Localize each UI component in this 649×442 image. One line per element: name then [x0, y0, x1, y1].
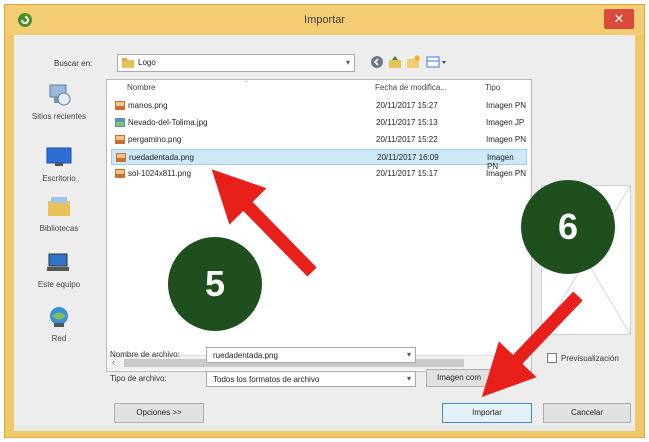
options-button[interactable]: Opciones >> — [114, 403, 204, 423]
title-bar: Importar ✕ — [5, 5, 644, 35]
image-file-icon — [115, 135, 125, 144]
column-header-name[interactable]: Nombre — [127, 83, 155, 92]
filename-value: ruedadentada.png — [213, 351, 278, 360]
sort-indicator-icon: ˆ — [245, 80, 248, 89]
desktop-icon — [46, 147, 72, 166]
new-folder-icon[interactable] — [406, 55, 420, 69]
file-row[interactable]: sol-1024x811.png 20/11/2017 15:17 Imagen… — [111, 166, 527, 182]
bottom-strip — [14, 425, 635, 431]
up-folder-icon[interactable] — [388, 55, 402, 69]
file-row-selected[interactable]: ruedadentada.png 20/11/2017 16:09 Imagen… — [111, 149, 527, 171]
column-header-date[interactable]: Fecha de modifica... — [375, 83, 447, 92]
file-type: Imagen JP — [486, 118, 525, 127]
file-date: 20/11/2017 15:13 — [376, 118, 438, 127]
file-type: Imagen PN — [486, 101, 527, 110]
cancel-button[interactable]: Cancelar — [543, 403, 631, 423]
window-title: Importar — [304, 14, 345, 26]
lookin-label: Buscar en: — [54, 59, 93, 68]
place-recent[interactable]: Sitios recientes — [20, 83, 98, 121]
image-comp-button[interactable]: Imagen com — [426, 369, 492, 387]
file-date: 20/11/2017 15:27 — [376, 101, 438, 110]
image-file-icon — [115, 169, 125, 178]
file-list[interactable]: Nombre Fecha de modifica... Tipo ˆ manos… — [106, 79, 532, 372]
filename-label: Nombre de archivo: — [110, 350, 180, 359]
file-type: Imagen PN — [486, 135, 527, 144]
network-icon — [50, 307, 68, 327]
place-libraries[interactable]: Bibliotecas — [20, 195, 98, 233]
file-name: manos.png — [128, 101, 168, 110]
file-date: 20/11/2017 15:17 — [376, 169, 438, 178]
image-file-icon — [115, 101, 125, 110]
places-bar: Sitios recientes Escritorio Bibliotecas … — [20, 83, 98, 393]
file-name: Nevado-del-Tolima.jpg — [128, 118, 208, 127]
file-name: sol-1024x811.png — [128, 169, 192, 178]
place-desktop[interactable]: Escritorio — [20, 145, 98, 183]
preview-checkbox[interactable] — [547, 353, 557, 363]
close-button[interactable]: ✕ — [604, 9, 634, 29]
import-button[interactable]: Importar — [442, 403, 532, 423]
file-date: 20/11/2017 15:22 — [376, 135, 438, 144]
chevron-down-icon[interactable]: ▾ — [407, 350, 411, 359]
image-file-icon — [116, 153, 126, 162]
chevron-down-icon[interactable]: ▾ — [407, 374, 411, 383]
scroll-right-icon[interactable]: › — [521, 357, 524, 367]
recent-places-icon — [49, 84, 71, 106]
place-label: Bibliotecas — [39, 224, 79, 233]
file-row[interactable]: Nevado-del-Tolima.jpg 20/11/2017 15:13 I… — [111, 115, 527, 131]
step-6-badge: 6 — [521, 180, 615, 274]
place-label: Red — [51, 334, 67, 343]
place-network[interactable]: Red — [20, 305, 98, 343]
file-row[interactable]: manos.png 20/11/2017 15:27 Imagen PN — [111, 98, 527, 114]
filename-input[interactable]: ruedadentada.png ▾ — [206, 347, 416, 363]
chevron-down-icon: ▾ — [345, 58, 350, 67]
lookin-value: Logo — [138, 58, 156, 67]
libraries-icon — [48, 197, 70, 216]
filetype-label: Tipo de archivo: — [110, 374, 167, 383]
place-label: Este equipo — [37, 280, 81, 289]
file-name: pergamino.png — [128, 135, 182, 144]
preview-label: Previsualización — [561, 354, 619, 363]
column-header-type[interactable]: Tipo — [485, 83, 500, 92]
step-5-badge: 5 — [168, 237, 262, 331]
file-name: ruedadentada.png — [129, 153, 194, 162]
filetype-select[interactable]: Todos los formatos de archivo ▾ — [206, 371, 416, 387]
place-label: Escritorio — [42, 174, 76, 183]
image-file-icon — [115, 118, 125, 127]
view-menu-icon[interactable] — [426, 55, 448, 69]
filetype-value: Todos los formatos de archivo — [213, 375, 320, 384]
file-type: Imagen PN — [486, 169, 527, 178]
place-computer[interactable]: Este equipo — [20, 251, 98, 289]
lookin-combo[interactable]: Logo ▾ — [117, 54, 355, 72]
file-row[interactable]: pergamino.png 20/11/2017 15:22 Imagen PN — [111, 132, 527, 148]
place-label: Sitios recientes — [31, 112, 87, 121]
back-icon[interactable] — [370, 55, 384, 69]
folder-icon — [122, 58, 134, 68]
file-date: 20/11/2017 16:09 — [377, 153, 439, 162]
computer-icon — [47, 253, 69, 271]
